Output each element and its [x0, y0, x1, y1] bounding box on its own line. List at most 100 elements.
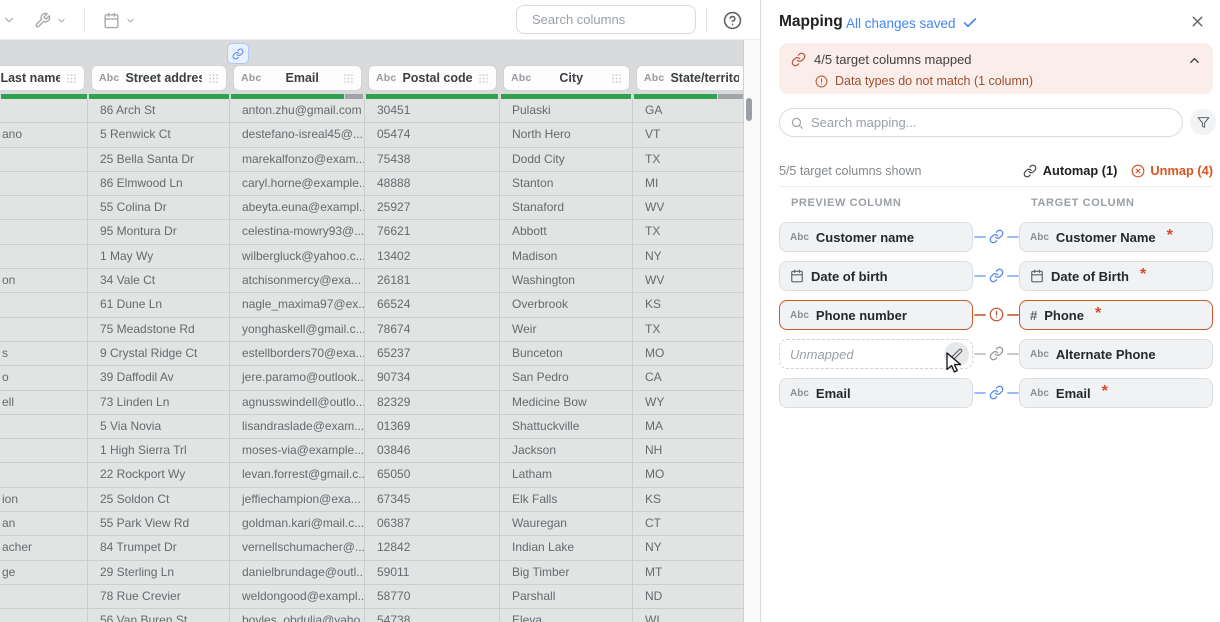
column-header-last-name[interactable]: AbcLast name [0, 65, 85, 91]
table-cell[interactable]: Overbrook [500, 293, 633, 316]
table-cell[interactable]: 26181 [365, 269, 500, 292]
date-dropdown-button[interactable] [103, 12, 136, 29]
table-cell[interactable]: Madison [500, 245, 633, 268]
table-cell[interactable]: 9 Crystal Ridge Ct [88, 342, 230, 365]
table-cell[interactable]: MT [633, 561, 743, 584]
chevron-down-icon[interactable] [2, 13, 16, 27]
table-cell[interactable]: Abbott [500, 220, 633, 243]
drag-handle-icon[interactable] [611, 73, 622, 84]
search-mapping-input[interactable] [811, 115, 1172, 130]
table-cell[interactable]: 34 Vale Ct [88, 269, 230, 292]
table-cell[interactable]: VT [633, 123, 743, 146]
table-cell[interactable]: 61 Dune Ln [88, 293, 230, 316]
preview-chip-date-of-birth[interactable]: Date of birth [779, 261, 973, 291]
table-cell[interactable]: agnusswindell@outlo... [230, 391, 365, 414]
table-cell[interactable] [0, 293, 88, 316]
table-cell[interactable] [0, 99, 88, 122]
filter-button[interactable] [1190, 109, 1216, 135]
table-cell[interactable]: 86 Elmwood Ln [88, 172, 230, 195]
table-cell[interactable]: ge [0, 561, 88, 584]
table-cell[interactable] [0, 439, 88, 462]
table-cell[interactable]: Indian Lake [500, 536, 633, 559]
table-cell[interactable]: boyles_obdulia@yaho... [230, 609, 365, 622]
table-cell[interactable] [0, 245, 88, 268]
table-cell[interactable]: 29 Sterling Ln [88, 561, 230, 584]
close-button[interactable] [1189, 13, 1206, 31]
table-cell[interactable]: 59011 [365, 561, 500, 584]
table-cell[interactable]: Elk Falls [500, 488, 633, 511]
table-cell[interactable]: nagle_maxima97@ex... [230, 293, 365, 316]
table-cell[interactable] [0, 463, 88, 486]
table-cell[interactable]: 01369 [365, 415, 500, 438]
target-chip-phone[interactable]: #Phone* [1019, 300, 1213, 330]
table-cell[interactable]: 55 Park View Rd [88, 512, 230, 535]
table-cell[interactable]: 84 Trumpet Dr [88, 536, 230, 559]
table-cell[interactable]: CA [633, 366, 743, 389]
table-cell[interactable]: 54738 [365, 609, 500, 622]
table-cell[interactable]: Latham [500, 463, 633, 486]
table-cell[interactable] [0, 148, 88, 171]
table-cell[interactable]: Medicine Bow [500, 391, 633, 414]
table-cell[interactable]: Pulaski [500, 99, 633, 122]
table-cell[interactable]: ell [0, 391, 88, 414]
table-cell[interactable]: CT [633, 512, 743, 535]
table-cell[interactable]: 5 Via Novia [88, 415, 230, 438]
target-chip-email[interactable]: AbcEmail* [1019, 378, 1213, 408]
table-cell[interactable]: 55 Colina Dr [88, 196, 230, 219]
table-cell[interactable]: vernellschumacher@... [230, 536, 365, 559]
table-cell[interactable]: acher [0, 536, 88, 559]
preview-chip-customer-name[interactable]: AbcCustomer name [779, 222, 973, 252]
table-cell[interactable]: 75438 [365, 148, 500, 171]
table-cell[interactable]: abeyta.euna@exampl... [230, 196, 365, 219]
table-cell[interactable]: wilbergluck@yahoo.c... [230, 245, 365, 268]
drag-handle-icon[interactable] [478, 73, 489, 84]
table-cell[interactable]: KS [633, 293, 743, 316]
table-cell[interactable]: NY [633, 536, 743, 559]
drag-handle-icon[interactable] [343, 73, 354, 84]
table-cell[interactable]: 95 Montura Dr [88, 220, 230, 243]
table-cell[interactable]: 67345 [365, 488, 500, 511]
search-columns-box[interactable] [516, 5, 696, 34]
table-cell[interactable]: 78674 [365, 318, 500, 341]
table-cell[interactable]: danielbrundage@outl... [230, 561, 365, 584]
table-cell[interactable] [0, 415, 88, 438]
table-cell[interactable]: GA [633, 99, 743, 122]
table-cell[interactable]: 86 Arch St [88, 99, 230, 122]
table-cell[interactable]: 25 Soldon Ct [88, 488, 230, 511]
table-cell[interactable]: North Hero [500, 123, 633, 146]
table-cell[interactable]: Weir [500, 318, 633, 341]
table-cell[interactable]: lisandraslade@exam... [230, 415, 365, 438]
table-cell[interactable]: Wauregan [500, 512, 633, 535]
table-cell[interactable]: TX [633, 148, 743, 171]
table-cell[interactable]: 5 Renwick Ct [88, 123, 230, 146]
table-cell[interactable]: MI [633, 172, 743, 195]
table-cell[interactable]: Parshall [500, 585, 633, 608]
table-cell[interactable] [0, 318, 88, 341]
table-cell[interactable]: KS [633, 488, 743, 511]
table-cell[interactable]: 75 Meadstone Rd [88, 318, 230, 341]
table-cell[interactable]: s [0, 342, 88, 365]
table-cell[interactable]: estellborders70@exa... [230, 342, 365, 365]
table-cell[interactable]: Big Timber [500, 561, 633, 584]
table-cell[interactable]: MA [633, 415, 743, 438]
table-cell[interactable]: 90734 [365, 366, 500, 389]
table-cell[interactable]: 12842 [365, 536, 500, 559]
table-cell[interactable] [0, 585, 88, 608]
target-chip-date-of-birth[interactable]: Date of Birth* [1019, 261, 1213, 291]
target-chip-customer-name[interactable]: AbcCustomer Name* [1019, 222, 1213, 252]
table-cell[interactable]: Eleva [500, 609, 633, 622]
automap-button[interactable]: Automap (1) [1023, 163, 1118, 178]
table-cell[interactable]: caryl.horne@example... [230, 172, 365, 195]
table-cell[interactable]: ND [633, 585, 743, 608]
table-cell[interactable]: 22 Rockport Wy [88, 463, 230, 486]
table-cell[interactable]: o [0, 366, 88, 389]
drag-handle-icon[interactable] [208, 73, 219, 84]
table-cell[interactable]: WY [633, 391, 743, 414]
table-cell[interactable]: Bunceton [500, 342, 633, 365]
table-cell[interactable]: Shattuckville [500, 415, 633, 438]
table-cell[interactable]: Stanaford [500, 196, 633, 219]
table-cell[interactable]: TX [633, 318, 743, 341]
table-cell[interactable]: Jackson [500, 439, 633, 462]
table-cell[interactable]: Stanton [500, 172, 633, 195]
edit-mapping-button[interactable] [944, 342, 969, 367]
